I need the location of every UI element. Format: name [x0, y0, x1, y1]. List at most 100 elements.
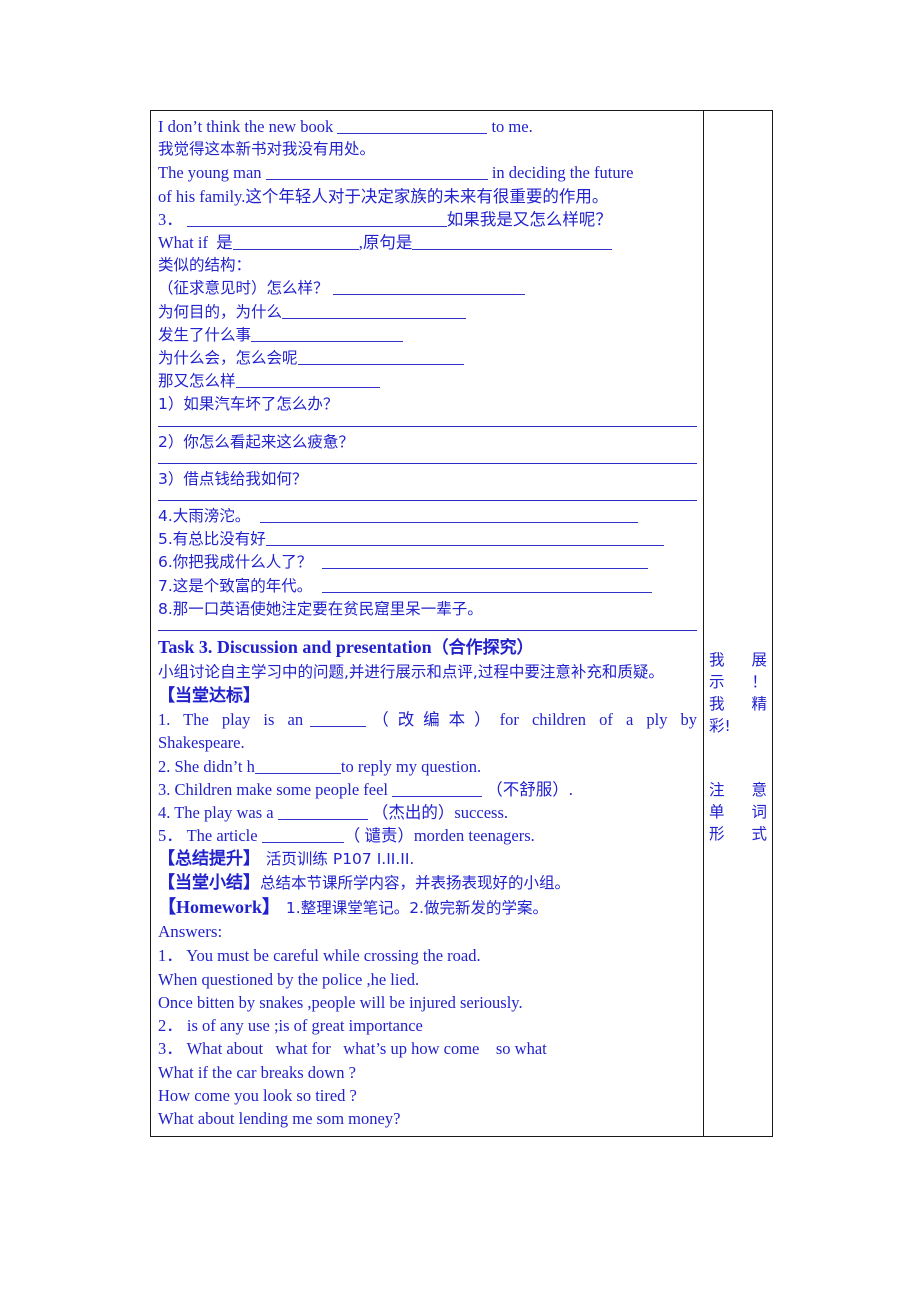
task3-title-cn: （合作探究）	[431, 638, 534, 659]
blank-underline[interactable]	[282, 303, 467, 319]
blank-underline[interactable]	[392, 780, 483, 797]
blank-underline[interactable]	[186, 210, 447, 227]
translation-line-5-tail: 如果我是又怎么样呢？	[446, 209, 612, 229]
answer-rule[interactable]	[158, 425, 697, 427]
translation-line-6: What if 是 ,原句是	[158, 231, 697, 254]
translation-line-4: of his family.这个年轻人对于决定家族的未来有很重要的作用。	[158, 186, 609, 206]
side-note-char: 单	[709, 803, 725, 821]
blank-underline[interactable]	[309, 711, 366, 728]
exercise-item-1-c: for children of a ply by	[499, 710, 698, 730]
summary-block-text: 1.整理课堂笔记。2.做完新发的学案。	[285, 899, 548, 918]
side-note-char: 我	[709, 651, 725, 669]
blank-underline[interactable]	[254, 757, 341, 774]
main-content: I don’t think the new book to me. 我觉得这本新…	[151, 111, 703, 1136]
blank-underline[interactable]	[265, 164, 488, 181]
exercise-item-3-hint: （不舒服）.	[486, 779, 573, 799]
task3-title: Task 3. Discussion and presentation（合作探究…	[158, 635, 697, 661]
blank-underline[interactable]	[412, 233, 613, 251]
blank-underline[interactable]	[333, 280, 526, 296]
side-note-char: 式	[751, 825, 767, 843]
summary-block-label: 【总结提升】	[158, 849, 260, 870]
answer-line: 2． is of any use ;is of great importance	[158, 1016, 423, 1036]
numbered-question: 1）如果汽车坏了怎么办？	[158, 395, 339, 414]
exercise-item-4-hint: （杰出的）success.	[371, 803, 508, 823]
exercise-item-4-a: 4. The play was a	[158, 803, 274, 823]
side-note-attention-row-3: 形 式	[709, 823, 767, 845]
exercise-item-1-cont: Shakespeare.	[158, 733, 245, 753]
summary-block-zongjie: 【总结提升】 活页训练 P107 I.II.II.	[158, 847, 697, 871]
summary-block-text: 活页训练 P107 I.II.II.	[265, 850, 415, 869]
worksheet-main-cell: I don’t think the new book to me. 我觉得这本新…	[150, 109, 704, 1138]
translation-line-2: 我觉得这本新书对我没有用处。	[158, 140, 376, 159]
sentence-item-label: 7.这是个致富的年代。	[158, 576, 313, 595]
blank-underline[interactable]	[232, 233, 359, 251]
answer-rule[interactable]	[158, 462, 697, 464]
similar-structure-item: 那又怎么样	[158, 370, 697, 393]
similar-structures-heading: 类似的结构：	[158, 256, 252, 275]
side-note-show-row-2: 示 ！	[709, 671, 767, 693]
summary-block-label: 【Homework】	[158, 897, 280, 918]
translation-block: I don’t think the new book to me. 我觉得这本新…	[158, 115, 697, 254]
sentence-item: 8.那一口英语使她注定要在贫民窟里呆一辈子。	[158, 599, 483, 618]
side-note-char: 示	[709, 673, 725, 691]
similar-structure-item-label: （征求意见时）怎么样？	[158, 279, 329, 298]
side-note-char: 精	[751, 695, 767, 713]
summary-block-homework: 【Homework】 1.整理课堂笔记。2.做完新发的学案。	[158, 895, 697, 920]
sentence-items-block: 4.大雨滂沱。 5.有总比没有好 6.你把我成什么人了？ 7.这是个致富的年代。…	[158, 505, 697, 632]
translation-line-1-text: I don’t think the new book	[158, 117, 334, 136]
exercise-item-1-a: 1. The play is an	[158, 710, 304, 730]
blank-underline[interactable]	[251, 326, 404, 342]
document-page: I don’t think the new book to me. 我觉得这本新…	[0, 0, 920, 1302]
side-note-char: 意	[751, 781, 767, 799]
blank-underline[interactable]	[260, 507, 639, 524]
translation-line-1-tail: to me.	[491, 117, 533, 136]
translation-line-6-label: What if 是	[158, 233, 233, 253]
blank-underline[interactable]	[235, 373, 380, 389]
exercise-item-3: 3. Children make some people feel （不舒服）.	[158, 778, 697, 801]
summary-block-text: 总结本节课所学内容，并表扬表现好的小组。	[260, 874, 571, 893]
side-note-show: 我 展 示 ！ 我 精 彩!	[709, 649, 767, 737]
exercise-item-5-a: 5． The article	[158, 826, 258, 846]
translation-line-3: The young man in deciding the future	[158, 161, 697, 184]
sentence-item: 5.有总比没有好	[158, 528, 697, 551]
sentence-item-label: 6.你把我成什么人了？	[158, 553, 313, 572]
answer-rule[interactable]	[158, 630, 697, 632]
blank-underline[interactable]	[261, 827, 344, 844]
similar-structure-item: 为什么会，怎么会呢	[158, 347, 697, 370]
similar-structure-item: （征求意见时）怎么样？	[158, 277, 697, 300]
blank-underline[interactable]	[322, 554, 649, 570]
exercise-item-5: 5． The article （ 谴责）morden teenagers.	[158, 824, 697, 847]
side-note-char: 展	[751, 651, 767, 669]
numbered-question: 2）你怎么看起来这么疲惫？	[158, 432, 354, 451]
blank-underline[interactable]	[265, 531, 664, 547]
side-note-char: 我	[709, 695, 725, 713]
side-note-attention: 注 意 单 词 形 式	[709, 779, 767, 845]
side-note-show-row-4: 彩!	[709, 717, 731, 735]
answer-rule[interactable]	[158, 500, 697, 502]
summary-block-label: 【当堂小结】	[158, 873, 260, 894]
blank-underline[interactable]	[337, 117, 488, 134]
dangtang-dabiao-block: 【当堂达标】 1. The play is an （ 改 编 本 ） for c…	[158, 684, 697, 847]
blank-underline[interactable]	[322, 577, 653, 593]
side-note-attention-row-2: 单 词	[709, 801, 767, 823]
summary-blocks: 【总结提升】 活页训练 P107 I.II.II. 【当堂小结】总结本节课所学内…	[158, 847, 697, 920]
blank-underline[interactable]	[277, 803, 368, 821]
numbered-questions-block: 1）如果汽车坏了怎么办？ 2）你怎么看起来这么疲惫？ 3）借点钱给我如何？	[158, 393, 697, 502]
exercise-item-3-a: 3. Children make some people feel	[158, 779, 389, 799]
task3-body: 小组讨论自主学习中的问题,并进行展示和点评,过程中要注意补充和质疑。	[158, 663, 664, 682]
answers-heading: Answers:	[158, 922, 223, 942]
blank-underline[interactable]	[297, 349, 464, 366]
translation-line-1: I don’t think the new book to me.	[158, 115, 697, 138]
answer-line: What if the car breaks down ?	[158, 1062, 356, 1082]
worksheet-table: I don’t think the new book to me. 我觉得这本新…	[150, 109, 773, 1138]
exercise-item-2-b: to reply my question.	[340, 756, 482, 776]
similar-structures-block: 类似的结构： （征求意见时）怎么样？ 为何目的，为什么 发生了什么事 为什么会，…	[158, 254, 697, 393]
answers-block: Answers: 1． You must be careful while cr…	[158, 920, 697, 1130]
side-note-char: 形	[709, 825, 725, 843]
answer-line: When questioned by the police ,he lied.	[158, 969, 420, 989]
side-note-show-row-1: 我 展	[709, 649, 767, 671]
similar-structure-item: 为何目的，为什么	[158, 301, 697, 324]
exercise-item-2: 2. She didn’t h to reply my question.	[158, 755, 697, 778]
sentence-item: 7.这是个致富的年代。	[158, 575, 697, 598]
numbered-question: 3）借点钱给我如何？	[158, 469, 308, 488]
